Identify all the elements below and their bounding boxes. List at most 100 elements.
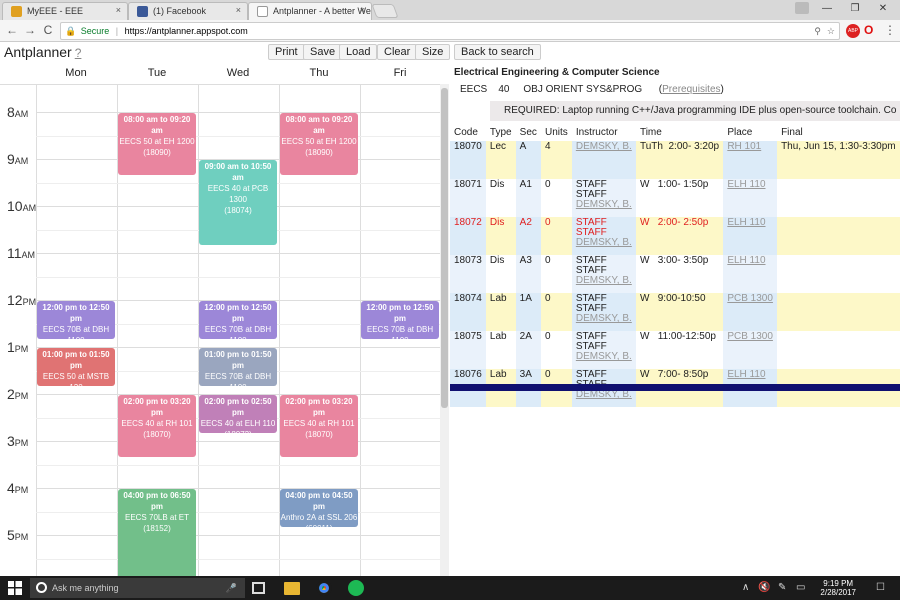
load-button[interactable]: Load (339, 44, 378, 60)
place-link[interactable]: PCB 1300 (727, 331, 773, 342)
section-row[interactable]: 18074 Lab 1A 0 STAFF STAFF DEMSKY, B. W 9:00-10… (450, 293, 900, 331)
spotify-icon[interactable] (348, 580, 364, 596)
cell-value: Lab (489, 293, 507, 304)
hour-meridiem: PM (14, 485, 29, 496)
new-tab-button[interactable] (371, 4, 399, 18)
pen-icon[interactable]: ✎ (778, 582, 786, 593)
event-time: 12:00 pm to 12:50 pm (366, 303, 434, 324)
column-header-type: Type (489, 127, 512, 138)
cell-value: 2A (519, 331, 532, 342)
instructor-link[interactable]: DEMSKY, B. (576, 276, 632, 286)
instructor-link[interactable]: DEMSKY, B. (576, 390, 632, 400)
hour-gridline (36, 488, 440, 490)
section-row[interactable]: 18070 Lec A 4 DEMSKY, B. TuTh 2:00- 3:20p RH 1… (450, 141, 900, 179)
cell-value: 18073 (454, 255, 482, 266)
windows-start-icon[interactable] (8, 581, 22, 595)
prerequisites-link[interactable]: Prerequisites (662, 84, 720, 95)
cell-place: RH 101 (723, 141, 778, 179)
scrollbar-thumb[interactable] (441, 88, 448, 408)
forward-icon[interactable]: → (22, 23, 38, 37)
section-row[interactable]: 18072 Dis A2 0 STAFF STAFF DEMSKY, B. W 2:00- 2… (450, 217, 900, 255)
place-link[interactable]: PCB 1300 (727, 293, 773, 304)
section-row[interactable]: 18073 Dis A3 0 STAFF STAFF DEMSKY, B. W 3:00- 3… (450, 255, 900, 293)
place-link[interactable]: ELH 110 (727, 369, 765, 380)
calendar-event[interactable]: 12:00 pm to 12:50 pmEECS 70B at DBH1100 (37, 301, 115, 340)
event-time: 01:00 pm to 01:50 pm (42, 350, 110, 371)
system-clock[interactable]: 9:19 PM 2/28/2017 (820, 579, 856, 597)
calendar-event[interactable]: 08:00 am to 09:20 am EECS 50 at EH 1200 (1… (280, 113, 358, 175)
back-to-search-button[interactable]: Back to search (454, 44, 541, 60)
cell-units: 0 (540, 293, 572, 331)
profile-icon[interactable] (795, 2, 809, 14)
calendar-event[interactable]: 04:00 pm to 06:50 pm EECS 70LB at ET (1815… (118, 489, 196, 576)
print-button[interactable]: Print (268, 44, 305, 60)
section-row[interactable]: 18075 Lab 2A 0 STAFF STAFF DEMSKY, B. W 11:00-1… (450, 331, 900, 369)
place-link[interactable]: RH 101 (727, 141, 761, 152)
tab-title: (1) Facebook (153, 6, 207, 16)
cortana-search-box[interactable]: Ask me anything 🎤 (30, 578, 245, 598)
calendar-event[interactable]: 01:00 pm to 01:50 pmEECS 50 at MSTB120 (37, 348, 115, 387)
tab-close-icon[interactable]: × (360, 5, 365, 15)
calendar-event[interactable]: 12:00 pm to 12:50 pmEECS 70B at DBH1100 (361, 301, 439, 340)
hour-label: 1PM (7, 339, 28, 355)
instructor-link[interactable]: DEMSKY, B. (576, 314, 632, 324)
zoom-icon[interactable]: ⚲ (814, 23, 821, 39)
calendar-event[interactable]: 12:00 pm to 12:50 pmEECS 70B at DBH1100 (199, 301, 277, 340)
instructor-link[interactable]: DEMSKY, B. (576, 352, 632, 362)
minimize-button[interactable]: — (812, 0, 842, 18)
tab-myeee[interactable]: MyEEE - EEE × (2, 2, 128, 20)
section-row[interactable]: 18071 Dis A1 0 STAFF STAFF DEMSKY, B. W 1:00- 1… (450, 179, 900, 217)
instructor-link[interactable]: DEMSKY, B. (576, 142, 632, 152)
keyboard-icon[interactable]: ▭ (796, 582, 805, 593)
cell-units: 0 (540, 217, 572, 255)
hour-number: 12 (7, 292, 23, 309)
event-detail: (18090) (143, 148, 171, 158)
cell-value: 0 (544, 293, 551, 304)
tab-close-icon[interactable]: × (116, 5, 121, 15)
cell-value: A1 (519, 179, 532, 190)
action-center-icon[interactable]: ☐ (876, 582, 885, 593)
event-detail: EECS 70B at DBH (204, 325, 272, 335)
instructor-link[interactable]: DEMSKY, B. (576, 238, 632, 248)
task-view-icon[interactable] (252, 582, 265, 594)
volume-muted-icon[interactable]: 🔇 (758, 582, 770, 593)
reload-icon[interactable]: C (40, 23, 56, 37)
back-icon[interactable]: ← (4, 23, 20, 37)
opera-icon[interactable]: O (864, 23, 873, 37)
chrome-icon[interactable] (316, 580, 332, 596)
instructor-link[interactable]: DEMSKY, B. (576, 200, 632, 210)
close-window-button[interactable]: ✕ (868, 0, 898, 18)
menu-icon[interactable]: ⋮ (884, 23, 896, 37)
app-title-text: Antplanner (4, 44, 72, 60)
tab-close-icon[interactable]: × (236, 5, 241, 15)
url-bar[interactable]: 🔒 Secure | https://antplanner.appspot.co… (60, 22, 840, 40)
tab-facebook[interactable]: (1) Facebook × (128, 2, 248, 20)
adblock-icon[interactable]: ABP (846, 24, 860, 38)
calendar-event[interactable]: 02:00 pm to 03:20 pm EECS 40 at RH 101 (18… (280, 395, 358, 457)
place-link[interactable]: ELH 110 (727, 255, 765, 266)
place-link[interactable]: ELH 110 (727, 179, 765, 190)
event-detail: EECS 40 at PCB 1300 (207, 184, 269, 205)
save-button[interactable]: Save (303, 44, 343, 60)
bookmark-star-icon[interactable]: ☆ (827, 23, 835, 39)
calendar-event[interactable]: 02:00 pm to 03:20 pm EECS 40 at RH 101 (18… (118, 395, 196, 457)
event-detail: (18090) (305, 148, 333, 158)
calendar-event[interactable]: 02:00 pm to 02:50 pmEECS 40 at ELH 110(1… (199, 395, 277, 434)
show-hidden-icons-icon[interactable]: ∧ (742, 582, 749, 593)
calendar-event[interactable]: 04:00 pm to 04:50 pm Anthro 2A at SSL 206… (280, 489, 358, 528)
tab-antplanner[interactable]: Antplanner - A better We × (248, 2, 372, 20)
microphone-icon[interactable]: 🎤 (226, 578, 237, 598)
clear-button[interactable]: Clear (377, 44, 418, 60)
tab-title: Antplanner - A better We (273, 6, 371, 16)
file-explorer-icon[interactable] (284, 582, 300, 595)
maximize-button[interactable]: ❐ (840, 0, 870, 18)
size-button[interactable]: Size (415, 44, 451, 60)
calendar-event[interactable]: 08:00 am to 09:20 am EECS 50 at EH 1200 (1… (118, 113, 196, 175)
calendar-event[interactable]: 09:00 am to 10:50 am EECS 40 at PCB 1300(… (199, 160, 277, 246)
help-link[interactable]: ? (75, 46, 82, 60)
event-time: 01:00 pm to 01:50 pm (204, 350, 272, 371)
cell-value: Lab (489, 369, 507, 380)
calendar-event[interactable]: 01:00 pm to 01:50 pmEECS 70B at DBH1100 (199, 348, 277, 387)
place-link[interactable]: ELH 110 (727, 217, 765, 228)
cell-final (777, 293, 900, 331)
